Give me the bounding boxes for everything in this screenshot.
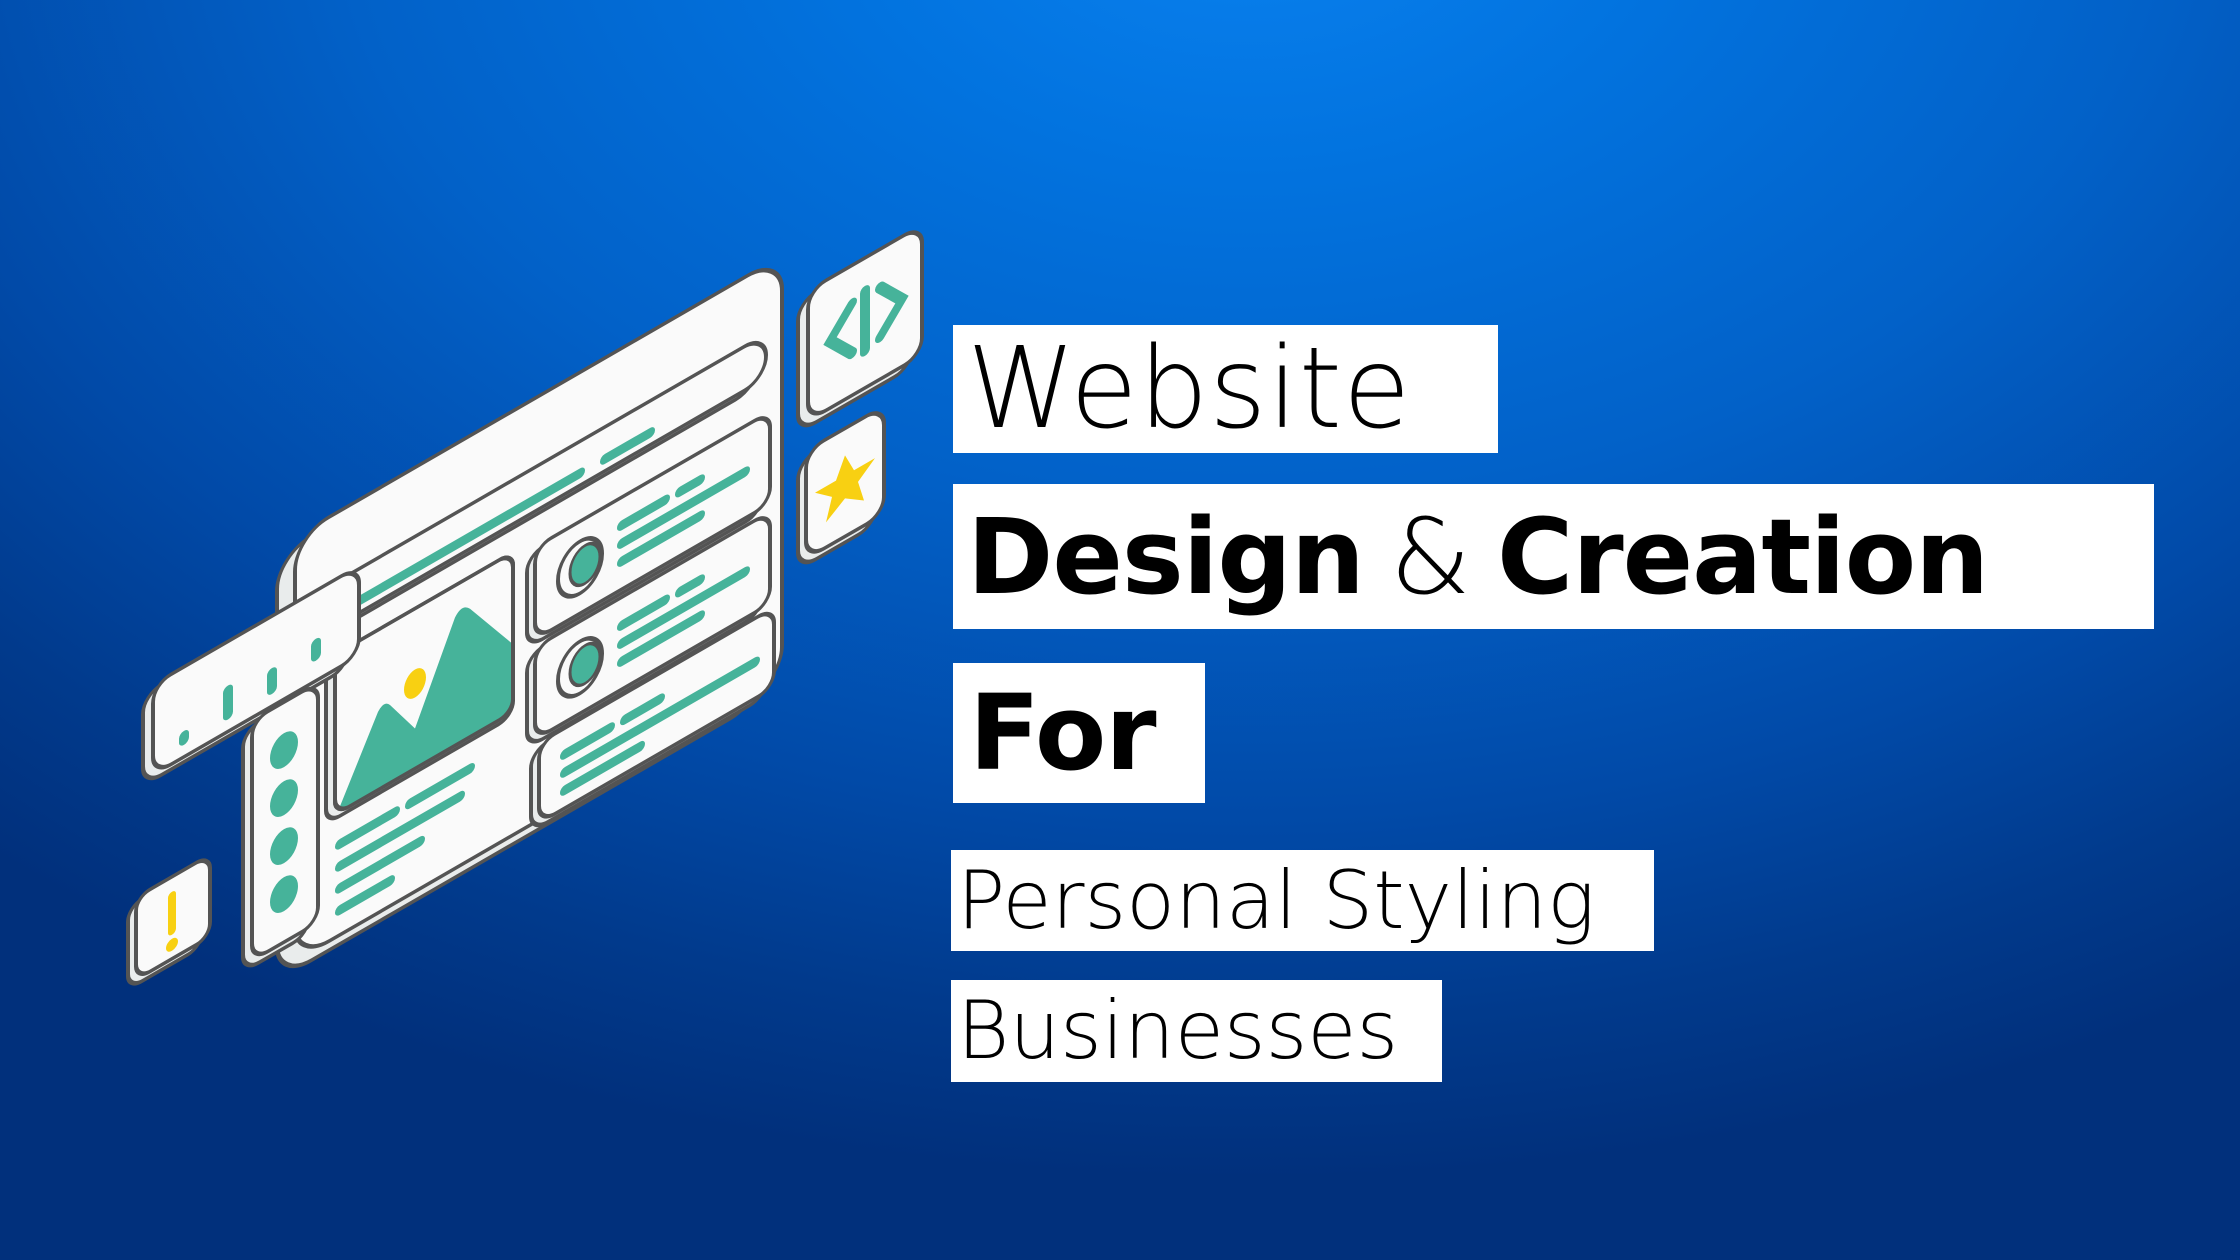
headline-creation-text: Creation bbox=[1497, 495, 1989, 618]
subheadline-personal-styling-text: Personal Styling bbox=[957, 853, 1596, 947]
headline-for-text: For bbox=[969, 672, 1157, 794]
headline-ampersand: & bbox=[1389, 495, 1472, 618]
headline-website-text: Website bbox=[967, 324, 1412, 454]
exclamation-icon bbox=[126, 858, 212, 986]
subheadline-businesses: Businesses bbox=[951, 980, 1442, 1082]
headline-design-text: Design bbox=[967, 495, 1365, 618]
subheadline-businesses-text: Businesses bbox=[957, 984, 1399, 1077]
headline-line-for: For bbox=[953, 663, 1205, 803]
headline-line-design-creation: Design & Creation bbox=[953, 484, 2154, 629]
code-tag-icon bbox=[796, 230, 924, 428]
star-icon bbox=[796, 411, 886, 565]
headline-line-website: Website bbox=[953, 325, 1498, 453]
subheadline-personal-styling: Personal Styling bbox=[951, 850, 1654, 951]
sidebar-dots-icon bbox=[241, 686, 320, 968]
